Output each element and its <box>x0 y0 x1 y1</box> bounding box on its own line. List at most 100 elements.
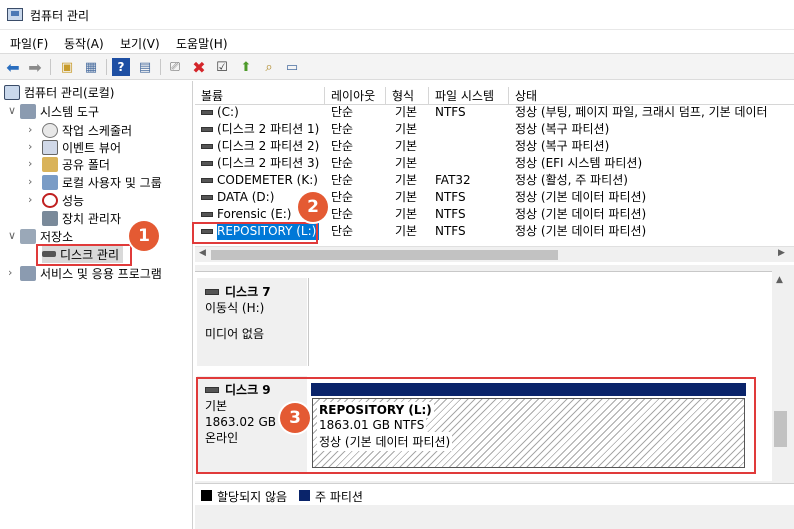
scrollbar-thumb[interactable] <box>211 250 558 260</box>
disk-icon <box>205 289 219 295</box>
cell-layout: 단순 <box>331 224 354 238</box>
legend-unallocated: 할당되지 않음 <box>217 490 288 504</box>
back-arrow-icon[interactable]: ⬅ <box>4 58 22 77</box>
chevron-right-icon[interactable]: › <box>28 155 38 173</box>
volume-icon <box>201 212 213 217</box>
chevron-down-icon[interactable]: ∨ <box>8 102 18 120</box>
cell-status: 정상 (복구 파티션) <box>515 122 610 136</box>
cell-fs: NTFS <box>435 190 466 204</box>
computer-management-icon <box>4 84 20 100</box>
cell-status: 정상 (기본 데이터 파티션) <box>515 224 647 238</box>
disk7-label[interactable]: 디스크 7 이동식 (H:) 미디어 없음 <box>197 278 307 366</box>
table-row[interactable]: Forensic (E:) 단순 기본 NTFS 정상 (기본 데이터 파티션) <box>195 206 794 223</box>
cell-type: 기본 <box>395 139 418 153</box>
scroll-right-icon[interactable]: ▶ <box>778 248 785 258</box>
tree-shared-folders[interactable]: 공유 폴더 <box>42 155 110 173</box>
highlight-repository-row <box>192 222 318 244</box>
table-row[interactable]: (디스크 2 파티션 1) 단순 기본 정상 (복구 파티션) <box>195 121 794 138</box>
column-header-volume[interactable]: 볼륨 <box>195 87 325 105</box>
users-icon <box>42 174 58 190</box>
tree-root[interactable]: 컴퓨터 관리(로컬) <box>4 83 114 101</box>
computer-management-icon <box>7 8 23 21</box>
cell-type: 기본 <box>395 224 418 238</box>
scrollbar-thumb[interactable] <box>774 411 787 447</box>
tree-performance[interactable]: 성능 <box>42 191 84 209</box>
cell-type: 기본 <box>395 105 418 119</box>
tree-local-users[interactable]: 로컬 사용자 및 그룹 <box>42 173 162 191</box>
step-badge-3: 3 <box>280 403 310 433</box>
cell-status: 정상 (EFI 시스템 파티션) <box>515 156 643 170</box>
window-title: 컴퓨터 관리 <box>30 9 90 23</box>
menu-action[interactable]: 동작(A) <box>64 35 104 52</box>
export-icon[interactable]: ▭ <box>283 58 301 76</box>
tree-device-manager[interactable]: 장치 관리자 <box>42 209 121 227</box>
table-row[interactable]: (디스크 2 파티션 2) 단순 기본 정상 (복구 파티션) <box>195 138 794 155</box>
column-header-status[interactable]: 상태 <box>509 87 794 105</box>
toolbar: ⬅ ➡ ▣ ▦ ? ▤ ⎚ ✖ ☑ ⬆ ⌕ ▭ <box>0 53 794 80</box>
search-icon[interactable]: ⌕ <box>260 58 278 76</box>
cell-status: 정상 (부팅, 페이지 파일, 크래시 덤프, 기본 데이터 <box>515 105 768 119</box>
tree-event-viewer[interactable]: 이벤트 뷰어 <box>42 138 121 156</box>
connect-icon[interactable]: ⎚ <box>166 58 184 76</box>
performance-icon <box>42 192 58 208</box>
navigation-tree: 컴퓨터 관리(로컬) ∨ 시스템 도구 › 작업 스케줄러 › 이벤트 뷰어 ›… <box>0 81 193 529</box>
cell-layout: 단순 <box>331 173 354 187</box>
forward-arrow-icon[interactable]: ➡ <box>26 58 44 77</box>
cell-fs: NTFS <box>435 105 466 119</box>
chevron-right-icon[interactable]: › <box>28 138 38 156</box>
cell-layout: 단순 <box>331 139 354 153</box>
vertical-scrollbar[interactable]: ▲ <box>772 271 789 481</box>
cell-type: 기본 <box>395 173 418 187</box>
table-row[interactable]: (디스크 2 파티션 3) 단순 기본 정상 (EFI 시스템 파티션) <box>195 155 794 172</box>
disk7-kind: 이동식 (H:) <box>205 301 265 315</box>
column-header-layout[interactable]: 레이아웃 <box>325 87 386 105</box>
cell-fs: FAT32 <box>435 173 471 187</box>
disk7-volume-area <box>308 278 778 366</box>
show-hide-tree-icon[interactable]: ▦ <box>82 58 100 76</box>
column-header-filesystem[interactable]: 파일 시스템 <box>429 87 509 105</box>
cell-status: 정상 (기본 데이터 파티션) <box>515 207 647 221</box>
column-header-type[interactable]: 형식 <box>386 87 429 105</box>
volume-icon <box>201 195 213 200</box>
step-badge-2: 2 <box>298 192 328 222</box>
cell-volume: (디스크 2 파티션 2) <box>217 139 320 153</box>
tree-task-scheduler[interactable]: 작업 스케줄러 <box>42 121 132 139</box>
up-folder-icon[interactable]: ▣ <box>58 58 76 76</box>
legend: 할당되지 않음 주 파티션 <box>195 483 794 505</box>
chevron-down-icon[interactable]: ∨ <box>8 227 18 245</box>
chevron-right-icon[interactable]: › <box>28 173 38 191</box>
tree-system-tools[interactable]: 시스템 도구 <box>20 102 99 120</box>
menu-file[interactable]: 파일(F) <box>10 35 48 52</box>
tree-storage[interactable]: 저장소 <box>20 227 73 245</box>
table-row[interactable]: CODEMETER (K:) 단순 기본 FAT32 정상 (활성, 주 파티션) <box>195 172 794 189</box>
disk7-media: 미디어 없음 <box>205 327 265 341</box>
horizontal-scrollbar[interactable]: ◀ ▶ <box>195 246 794 262</box>
menu-bar: 파일(F) 동작(A) 보기(V) 도움말(H) <box>0 31 794 53</box>
shared-folder-icon <box>42 156 58 172</box>
cell-layout: 단순 <box>331 190 354 204</box>
chevron-right-icon[interactable]: › <box>28 121 38 139</box>
event-viewer-icon <box>42 139 58 155</box>
cell-fs <box>435 121 509 138</box>
menu-view[interactable]: 보기(V) <box>120 35 160 52</box>
legend-primary: 주 파티션 <box>315 490 363 504</box>
tree-services[interactable]: 서비스 및 응용 프로그램 <box>20 264 162 282</box>
import-icon[interactable]: ⬆ <box>237 58 255 76</box>
help-icon[interactable]: ? <box>112 58 130 76</box>
chevron-right-icon[interactable]: › <box>8 264 18 282</box>
unallocated-swatch <box>201 490 212 501</box>
table-row[interactable]: DATA (D:) 단순 기본 NTFS 정상 (기본 데이터 파티션) <box>195 189 794 206</box>
properties-icon[interactable]: ▤ <box>136 58 154 76</box>
scroll-up-icon[interactable]: ▲ <box>776 275 783 285</box>
delete-icon[interactable]: ✖ <box>190 58 208 77</box>
chevron-right-icon[interactable]: › <box>28 191 38 209</box>
scroll-left-icon[interactable]: ◀ <box>199 248 206 258</box>
volume-icon <box>201 127 213 132</box>
table-row[interactable]: (C:) 단순 기본 NTFS 정상 (부팅, 페이지 파일, 크래시 덤프, 기본 데… <box>195 104 794 121</box>
volume-icon <box>201 110 213 115</box>
cell-type: 기본 <box>395 122 418 136</box>
menu-help[interactable]: 도움말(H) <box>176 35 228 52</box>
storage-icon <box>20 228 36 244</box>
cell-fs: NTFS <box>435 224 466 238</box>
check-icon[interactable]: ☑ <box>213 58 231 76</box>
